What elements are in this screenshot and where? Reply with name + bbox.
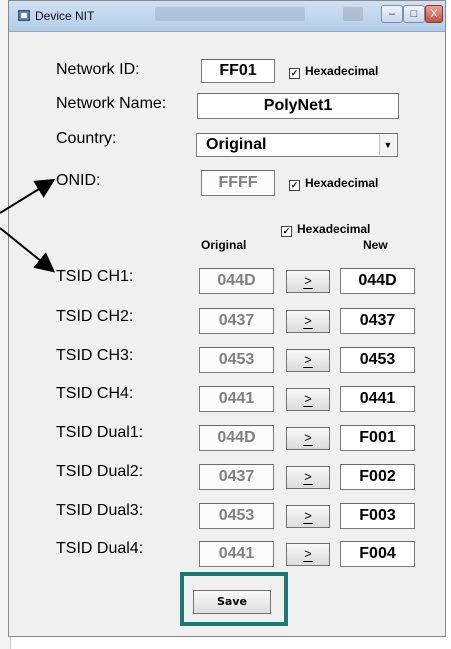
annotation-arrow-onid <box>0 178 56 214</box>
annotation-arrows <box>0 178 56 273</box>
annotation-arrow-tsid <box>0 227 56 273</box>
